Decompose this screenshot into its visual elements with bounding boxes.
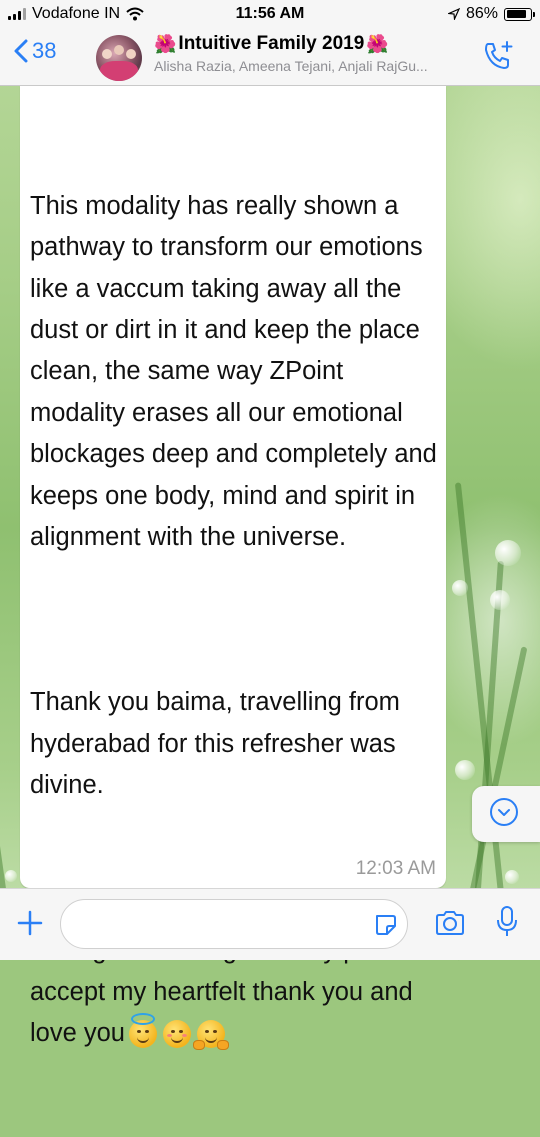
chevron-down-icon [498, 809, 510, 816]
dew-drop [495, 540, 521, 566]
message-input-bar [0, 888, 540, 960]
smiling-face-with-halo-icon [128, 1013, 157, 1049]
emoji-group [128, 1013, 229, 1051]
hibiscus-emoji: 🌺 [366, 33, 389, 54]
plus-icon [17, 910, 43, 936]
chat-header: 38 🌺 Intuitive Family 2019 🌺 Alisha Razi… [0, 30, 540, 86]
microphone-icon [497, 906, 517, 936]
hibiscus-emoji: 🌺 [154, 33, 177, 54]
camera-button[interactable] [434, 909, 466, 942]
chevron-left-icon [14, 39, 28, 63]
sticker-icon [376, 915, 396, 935]
dew-drop [452, 580, 468, 596]
battery-percent: 86% [465, 5, 498, 22]
dew-drop [455, 760, 475, 780]
chat-title-area[interactable]: 🌺 Intuitive Family 2019 🌺 Alisha Razia, … [154, 33, 464, 74]
message-timestamp: 12:03 AM [355, 858, 436, 879]
message-text: This modality has really shown a pathway… [30, 103, 445, 1137]
unread-count: 38 [32, 38, 57, 63]
message-paragraph: Thank you baima, travelling from hyderab… [30, 688, 408, 800]
hugging-face-icon [192, 1020, 229, 1051]
group-name: Intuitive Family 2019 [178, 33, 365, 54]
message-input[interactable] [60, 899, 408, 949]
battery-fill [506, 10, 527, 18]
location-arrow-icon [447, 8, 460, 20]
dew-drop [5, 870, 17, 882]
dew-drop [505, 870, 519, 884]
battery-icon [504, 7, 535, 21]
chevron-down-circle-icon [490, 798, 518, 826]
smiling-face-icon [162, 1020, 191, 1049]
scroll-to-bottom-button[interactable] [472, 786, 540, 842]
chat-title: 🌺 Intuitive Family 2019 🌺 [154, 33, 464, 55]
status-bar: Vodafone IN 11:56 AM 86% [0, 0, 540, 30]
dew-drop [490, 590, 510, 610]
attach-button[interactable] [16, 909, 44, 942]
group-avatar[interactable] [96, 35, 142, 81]
sticker-button[interactable] [373, 912, 397, 941]
back-button[interactable]: 38 [14, 38, 56, 64]
message-bubble[interactable]: This modality has really shown a pathway… [20, 86, 446, 1051]
add-call-button[interactable] [482, 40, 514, 77]
microphone-button[interactable] [496, 905, 518, 944]
add-call-icon [485, 41, 513, 69]
status-right: 86% [447, 5, 535, 23]
camera-icon [436, 911, 464, 935]
group-members: Alisha Razia, Ameena Tejani, Anjali RajG… [154, 58, 428, 74]
message-paragraph: This modality has really shown a pathway… [30, 191, 444, 552]
